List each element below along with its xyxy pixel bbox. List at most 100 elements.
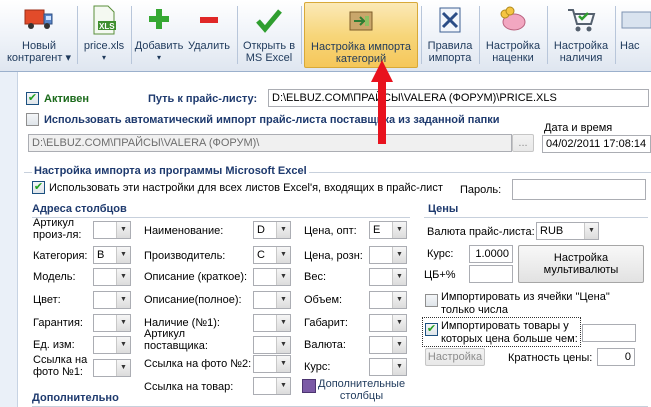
prices-divider	[424, 217, 648, 218]
import-from-cell-checkbox[interactable]	[425, 294, 438, 307]
col-value: C	[257, 249, 265, 261]
all-sheets-checkbox[interactable]: ✔	[32, 181, 45, 194]
auto-import-folder-input[interactable]: D:\ELBUZ.COM\ПРАЙСЫ\VALERA (ФОРУМ)\	[28, 134, 512, 152]
col-select-model[interactable]: ▼	[93, 268, 131, 286]
col-label-rate: Курс:	[304, 361, 331, 373]
col-label-full-desc: Описание(полное):	[144, 294, 242, 306]
chevron-down-icon: ▼	[392, 337, 406, 353]
active-checkbox[interactable]: ✔	[26, 92, 39, 105]
col-select-volume[interactable]: ▼	[369, 291, 407, 309]
open-in-excel-label-1: Открыть в	[242, 40, 296, 52]
import-date-input[interactable]: 04/02/2011 17:08:14	[542, 135, 651, 153]
col-select-color[interactable]: ▼	[93, 291, 131, 309]
stock-settings-label-1: Настройка	[553, 40, 609, 52]
chevron-down-icon: ▼	[276, 247, 290, 263]
chevron-down-icon: ▼	[116, 247, 130, 263]
extra-columns-button[interactable]: Дополнительные столбцы	[318, 378, 405, 402]
col-select-supplier-article[interactable]: ▼	[253, 336, 291, 354]
red-arrow-annotation	[371, 60, 393, 144]
col-label-manufacturer: Производитель:	[144, 250, 226, 262]
col-select-currency[interactable]: ▼	[369, 336, 407, 354]
col-label-weight: Вес:	[304, 271, 327, 283]
col-label-photo2: Ссылка на фото №2:	[144, 358, 252, 370]
extra-columns-label-1: Дополнительные	[318, 378, 406, 390]
columns-title: Адреса столбцов	[32, 203, 127, 215]
price-xls-label: price.xls	[83, 40, 125, 52]
col-select-rate[interactable]: ▼	[369, 358, 407, 376]
chevron-down-icon: ▼	[116, 337, 130, 353]
new-contractor-button[interactable]: Новый контрагент ▾	[4, 2, 74, 68]
markup-settings-button[interactable]: Настройка наценки	[482, 2, 544, 68]
add-button[interactable]: Добавить ▾	[134, 2, 184, 68]
all-sheets-label: Использовать эти настройки для всех лист…	[49, 182, 443, 194]
rate-input[interactable]: 1.0000	[469, 245, 513, 263]
auto-import-label: Использовать автоматический импорт прайс…	[44, 114, 500, 126]
col-label-color: Цвет:	[33, 294, 61, 306]
left-bar	[0, 72, 18, 407]
chevron-down-icon: ▼	[276, 269, 290, 285]
auto-import-checkbox[interactable]	[26, 113, 39, 126]
col-select-photo1[interactable]: ▼	[93, 359, 131, 377]
col-select-name[interactable]: D ▼	[253, 221, 291, 239]
col-label-currency: Валюта:	[304, 339, 346, 351]
prices-title: Цены	[428, 203, 459, 215]
chevron-down-icon: ▾	[156, 53, 161, 62]
xls-file-icon: XLS	[88, 4, 120, 36]
col-select-dimensions[interactable]: ▼	[369, 314, 407, 332]
col-select-manufacturer[interactable]: C ▼	[253, 246, 291, 264]
delete-button[interactable]: Удалить	[186, 2, 232, 68]
multicurrency-label-2: мультивалюты	[543, 264, 619, 276]
category-import-settings-button[interactable]: Настройка импорта категорий	[304, 2, 418, 68]
cb-markup-input[interactable]	[469, 265, 513, 283]
price-settings-button[interactable]: Настройка	[425, 348, 485, 366]
col-label-warranty: Гарантия:	[33, 317, 83, 329]
cart-icon	[565, 4, 597, 36]
chevron-down-icon: ▼	[392, 315, 406, 331]
import-goods-price-input[interactable]	[582, 324, 636, 342]
chevron-down-icon: ▼	[392, 292, 406, 308]
import-goods-price-checkbox[interactable]: ✔	[425, 323, 438, 336]
col-select-price-wholesale[interactable]: E ▼	[369, 221, 407, 239]
import-box-icon	[345, 5, 377, 37]
price-path-input[interactable]: D:\ELBUZ.COM\ПРАЙСЫ\VALERA (ФОРУМ)\PRICE…	[268, 89, 649, 107]
col-select-stock1[interactable]: ▼	[253, 314, 291, 332]
open-in-excel-button[interactable]: Открыть в MS Excel	[240, 2, 298, 68]
col-select-product-link[interactable]: ▼	[253, 377, 291, 395]
multicurrency-settings-button[interactable]: Настройка мультивалюты	[518, 245, 644, 283]
toolbar: Новый контрагент ▾ XLS price.xls ▾ Добав…	[0, 0, 651, 72]
stock-settings-button[interactable]: Настройка наличия	[550, 2, 612, 68]
col-label-supplier-article: Артикул поставщика:	[144, 328, 208, 352]
multiplicity-input[interactable]: 0	[597, 348, 635, 366]
col-select-short-desc[interactable]: ▼	[253, 268, 291, 286]
col-label-photo1: Ссылка на фото №1:	[33, 354, 88, 378]
import-settings-form: ✔ Активен Путь к прайс-листу: D:\ELBUZ.C…	[0, 60, 651, 407]
password-input[interactable]	[512, 179, 646, 200]
col-select-article-maker[interactable]: ▼	[93, 221, 131, 239]
settings-label: Нас	[620, 40, 640, 52]
markup-settings-label-1: Настройка	[485, 40, 541, 52]
col-select-photo2[interactable]: ▼	[253, 355, 291, 373]
stock-settings-label-2: наличия	[559, 52, 603, 64]
currency-select[interactable]: RUB ▼	[536, 222, 599, 240]
toolbar-separator	[421, 6, 422, 64]
import-rules-button[interactable]: Правила импорта	[424, 2, 476, 68]
col-select-unit[interactable]: ▼	[93, 336, 131, 354]
browse-folder-button[interactable]: ...	[512, 134, 534, 152]
truck-icon	[23, 4, 55, 36]
chevron-down-icon: ▼	[276, 222, 290, 238]
import-rules-label-1: Правила	[427, 40, 473, 52]
col-select-category[interactable]: B ▼	[93, 246, 131, 264]
price-xls-button[interactable]: XLS price.xls ▾	[80, 2, 128, 68]
chevron-down-icon: ▼	[116, 222, 130, 238]
chevron-down-icon: ▼	[392, 359, 406, 375]
more-title: Дополнительно	[32, 392, 119, 404]
col-select-warranty[interactable]: ▼	[93, 314, 131, 332]
col-select-full-desc[interactable]: ▼	[253, 291, 291, 309]
checkmark-icon	[253, 4, 285, 36]
import-goods-label-1: Импортировать товары у	[441, 320, 569, 332]
col-select-weight[interactable]: ▼	[369, 268, 407, 286]
toolbar-separator	[547, 6, 548, 64]
settings-button[interactable]: Нас	[618, 2, 651, 68]
col-select-price-retail[interactable]: ▼	[369, 246, 407, 264]
col-label-name: Наименование:	[144, 225, 224, 237]
